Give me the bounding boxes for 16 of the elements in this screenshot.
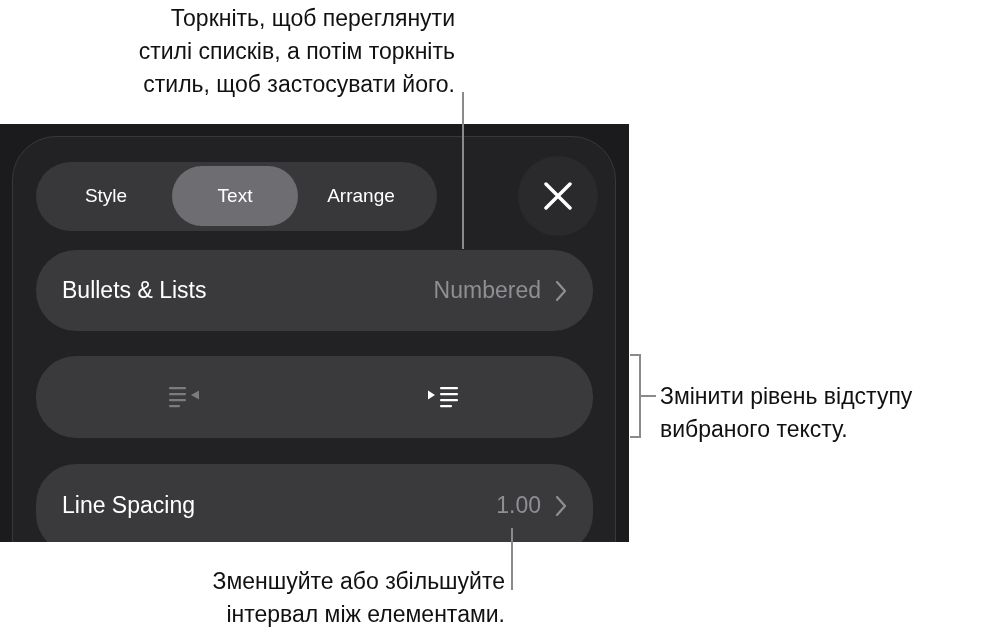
row-label: Line Spacing <box>62 492 195 519</box>
line-spacing-row[interactable]: Line Spacing 1.00 <box>36 464 593 542</box>
row-value: Numbered <box>433 277 541 304</box>
callout-text: Змінити рівень відступу вибраного тексту. <box>660 382 913 444</box>
chevron-icon <box>555 494 567 517</box>
row-value: 1.00 <box>496 492 541 519</box>
chevron-icon <box>555 279 567 302</box>
tab[interactable]: Text <box>172 166 298 226</box>
tab[interactable]: Arrange <box>298 166 424 226</box>
bullets-lists-row[interactable]: Bullets & Lists Numbered <box>36 250 593 331</box>
close-icon <box>544 182 572 210</box>
tab[interactable]: Style <box>40 166 172 226</box>
leader-line <box>511 527 513 591</box>
callout-text: Торкніть, щоб переглянути стилі списків, а потім торкніть стиль, щоб застосувати його. <box>138 4 455 99</box>
callout-text: Зменшуйте або збільшуйте інтервал між елементами. <box>212 567 505 629</box>
row-label: Bullets & Lists <box>62 277 207 304</box>
